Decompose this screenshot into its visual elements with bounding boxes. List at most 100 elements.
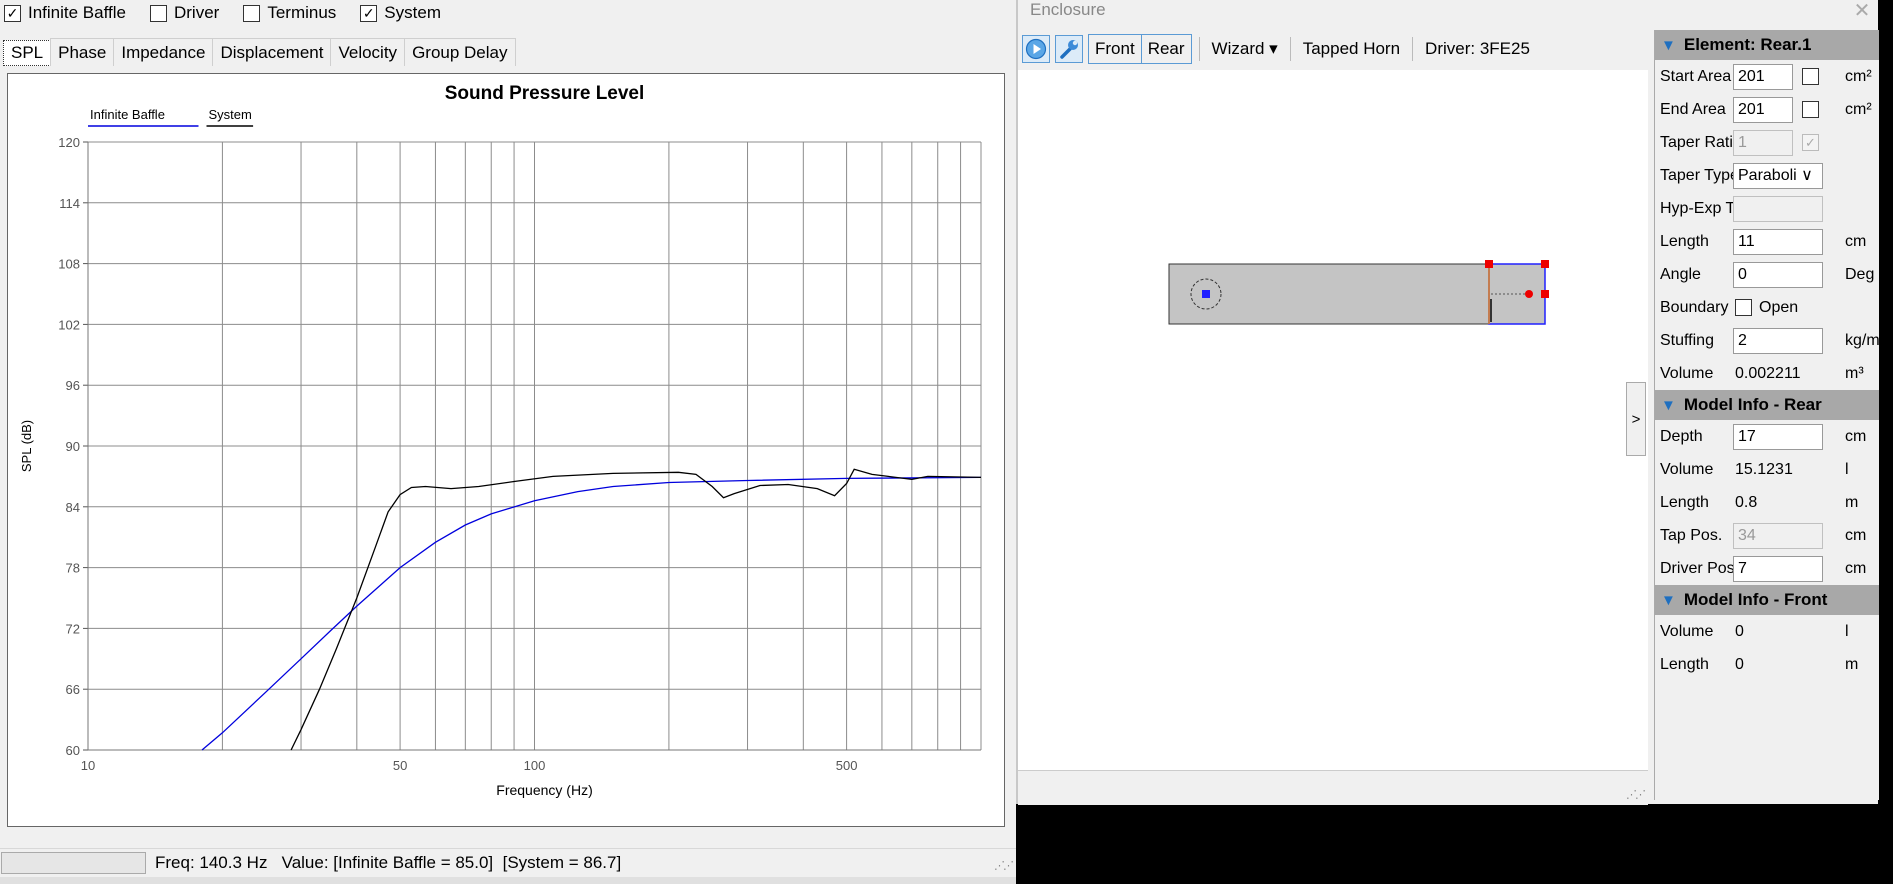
y-tick-label: 66 [66,682,80,697]
boundary-open-checkbox[interactable] [1735,299,1752,316]
properties-panel: ▼ Element: Rear.1 Start Area 201 cm² End… [1654,30,1880,800]
tap-pos-row: Tap Pos. 34 cm [1655,519,1879,552]
toolbar-separator [1412,37,1414,61]
unit-label: l [1845,622,1849,640]
y-tick-label: 84 [66,500,80,515]
toolbar-separator [1289,37,1291,61]
close-icon[interactable]: ✕ [1846,0,1878,26]
enclosure-diagram [1168,260,1549,325]
length-label: Length [1660,493,1709,511]
unit-label: cm² [1845,100,1872,118]
status-readout: Freq: 140.3 Hz Value: [Infinite Baffle =… [155,852,622,872]
toolbar-separator [1198,37,1200,61]
resize-handle-icon[interactable] [1541,260,1549,268]
x-tick-label: 50 [393,758,407,773]
section-model-front-header[interactable]: ▼ Model Info - Front [1655,585,1879,615]
volume-value: 0.002211 [1735,364,1801,382]
checkbox-system[interactable]: ✓ System [360,3,441,23]
start-area-row: Start Area 201 cm² [1655,60,1879,93]
unit-label: cm² [1845,67,1872,85]
section-model-rear-header[interactable]: ▼ Model Info - Rear [1655,390,1879,420]
run-button[interactable] [1022,35,1050,63]
taper-ratio-label: Taper Ratio [1660,133,1742,151]
unit-label: cm [1845,427,1867,445]
x-tick-label: 10 [81,758,95,773]
rear-button[interactable]: Rear [1141,34,1192,64]
unit-label: cm [1845,526,1867,544]
taper-type-label: Taper Type [1660,166,1739,184]
resize-handle-icon[interactable] [1541,290,1549,298]
driver-label: Driver: 3FE25 [1425,39,1530,58]
y-tick-label: 96 [66,378,80,393]
graph-tabs: SPL Phase Impedance Displacement Velocit… [0,38,516,66]
taper-type-select[interactable]: Paraboli ∨ [1733,162,1823,189]
collapse-triangle-icon[interactable]: ▼ [1661,37,1676,54]
checkbox-terminus[interactable]: Terminus [243,3,336,23]
stuffing-label: Stuffing [1660,331,1714,349]
tab-displacement[interactable]: Displacement [212,38,332,66]
collapse-triangle-icon[interactable]: ▼ [1661,397,1676,414]
wizard-dropdown[interactable]: Wizard ▾ [1207,39,1283,59]
resize-grip-icon[interactable]: ⋰⋰ [994,859,1014,872]
hyp-exp-field [1733,195,1823,222]
graph-window: ✓ Infinite Baffle Driver Terminus ✓ Syst… [0,0,1016,884]
tab-phase[interactable]: Phase [50,38,115,66]
front-button[interactable]: Front [1088,34,1142,64]
resize-grip-icon[interactable]: ⋰⋰ [1626,788,1646,801]
unit-label: m [1845,493,1859,511]
section-title: Element: Rear.1 [1683,35,1812,54]
tapped-horn-label: Tapped Horn [1302,39,1401,58]
window-bottom-edge [0,877,1016,884]
checkbox-label: Driver [173,3,220,22]
collapse-triangle-icon[interactable]: ▼ [1661,592,1676,609]
length-value: 0 [1735,655,1744,673]
spl-chart-frame: 60 66 72 78 84 90 96 102 108 114 120 10 50 100 500 Soun… [7,73,1005,827]
checkbox-driver[interactable]: Driver [149,3,220,23]
enclosure-canvas[interactable] [1018,70,1648,770]
angle-handle-icon[interactable] [1525,290,1533,298]
start-area-field[interactable]: 201 [1733,63,1793,90]
y-tick-label: 114 [59,196,80,211]
tab-spl[interactable]: SPL [3,40,52,66]
spl-chart[interactable]: 60 66 72 78 84 90 96 102 108 114 120 10 50 100 500 Soun… [8,74,1004,826]
series-line-infinite-baffle [201,476,982,751]
expand-panel-button[interactable]: > [1626,382,1646,456]
checkbox-infinite-baffle[interactable]: ✓ Infinite Baffle [4,3,126,23]
check-icon[interactable]: ✓ [4,4,21,22]
section-title: Model Info - Rear [1683,395,1822,414]
checkbox-box[interactable] [149,4,167,22]
tab-velocity[interactable]: Velocity [330,38,406,66]
section-element-header[interactable]: ▼ Element: Rear.1 [1655,30,1879,60]
stuffing-field[interactable]: 2 [1733,327,1823,354]
settings-button[interactable] [1055,35,1083,63]
end-area-checkbox[interactable] [1802,101,1819,118]
length-label: Length [1660,232,1709,250]
depth-field[interactable]: 17 [1733,423,1823,450]
boundary-label: Boundary [1660,298,1729,316]
status-bar: Freq: 140.3 Hz Value: [Infinite Baffle =… [0,848,1016,876]
checkbox-box[interactable] [243,4,261,22]
resize-handle-icon[interactable] [1485,260,1493,268]
driver-pos-field[interactable]: 7 [1733,555,1823,582]
enclosure-window: Enclosure ✕ Front Rear Wizard ▾ Tapped H… [1016,0,1880,805]
taper-ratio-checkbox: ✓ [1802,134,1819,151]
x-tick-label: 100 [524,758,546,773]
tab-group-delay[interactable]: Group Delay [404,38,516,66]
volume-label: Volume [1660,622,1714,640]
enclosure-toolbar: Front Rear Wizard ▾ Tapped Horn Driver: … [1022,34,1535,64]
angle-field[interactable]: 0 [1733,261,1823,288]
angle-row: Angle 0 Deg [1655,258,1879,291]
length-field[interactable]: 11 [1733,228,1823,255]
tab-impedance[interactable]: Impedance [113,38,214,66]
hyp-exp-row: Hyp-Exp T [1655,192,1879,225]
y-tick-label: 90 [66,439,80,454]
length-value: 0.8 [1735,493,1758,511]
tap-pos-label: Tap Pos. [1660,526,1723,544]
chart-title: Sound Pressure Level [445,83,645,104]
legend-label: Infinite Baffle [90,107,165,122]
start-area-checkbox[interactable] [1802,68,1819,85]
stuffing-row: Stuffing 2 kg/m [1655,324,1880,357]
check-icon[interactable]: ✓ [360,4,378,22]
end-area-field[interactable]: 201 [1733,96,1793,123]
unit-label: kg/m [1845,331,1880,349]
